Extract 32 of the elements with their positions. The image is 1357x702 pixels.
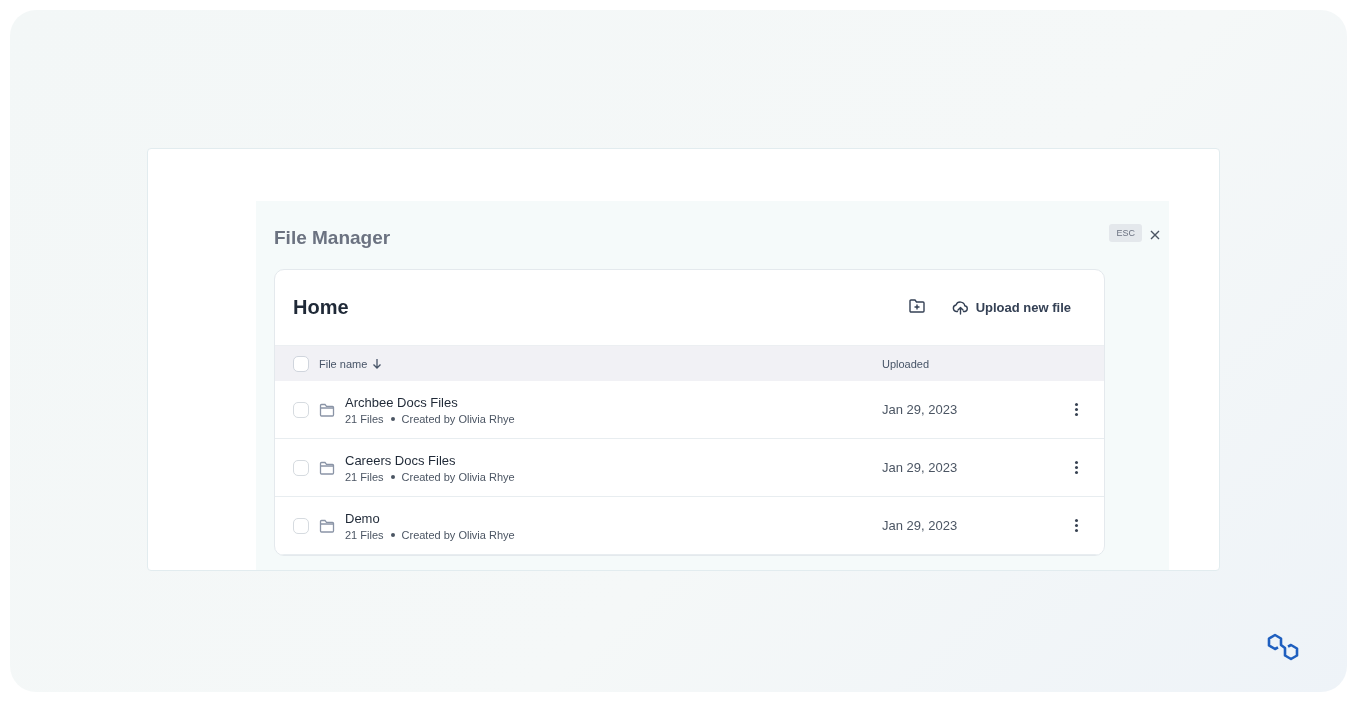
upload-cloud-icon <box>951 300 969 315</box>
creator-text: Created by Olivia Rhye <box>401 412 515 425</box>
select-all-checkbox[interactable] <box>293 355 309 372</box>
creator-text: Created by Olivia Rhye <box>401 470 515 483</box>
folder-icon <box>319 460 335 475</box>
folder-title: Home <box>293 296 350 319</box>
column-header[interactable]: Uploaded <box>882 357 930 370</box>
file-count: 21 Files <box>345 470 384 483</box>
file-count: 21 Files <box>345 412 384 425</box>
row-checkbox[interactable] <box>293 401 309 418</box>
hexagon-logo-icon <box>1267 632 1301 662</box>
upload-date: Jan 29, 2023 <box>882 460 959 475</box>
row-checkbox[interactable] <box>293 517 309 534</box>
sort-down-icon[interactable] <box>372 358 383 369</box>
row-checkbox[interactable] <box>293 459 309 476</box>
modal-title: File Manager <box>274 227 391 249</box>
creator-text: Created by Olivia Rhye <box>401 528 515 541</box>
column-header[interactable]: File name <box>319 357 368 370</box>
upload-date: Jan 29, 2023 <box>882 518 959 533</box>
folder-name[interactable]: Careers Docs Files <box>345 452 882 468</box>
separator-dot-icon <box>390 474 395 479</box>
esc-key-hint: ESC <box>1109 224 1142 242</box>
upload-button[interactable]: Upload new file <box>951 300 1071 315</box>
upload-date: Jan 29, 2023 <box>882 402 959 417</box>
folder-icon <box>319 518 335 533</box>
separator-dot-icon <box>390 416 395 421</box>
separator-dot-icon <box>390 532 395 537</box>
close-icon[interactable] <box>1150 228 1160 238</box>
folder-name[interactable]: Archbee Docs Files <box>345 394 882 410</box>
folder-icon <box>319 402 335 417</box>
file-count: 21 Files <box>345 528 384 541</box>
folder-name[interactable]: Demo <box>345 510 882 526</box>
